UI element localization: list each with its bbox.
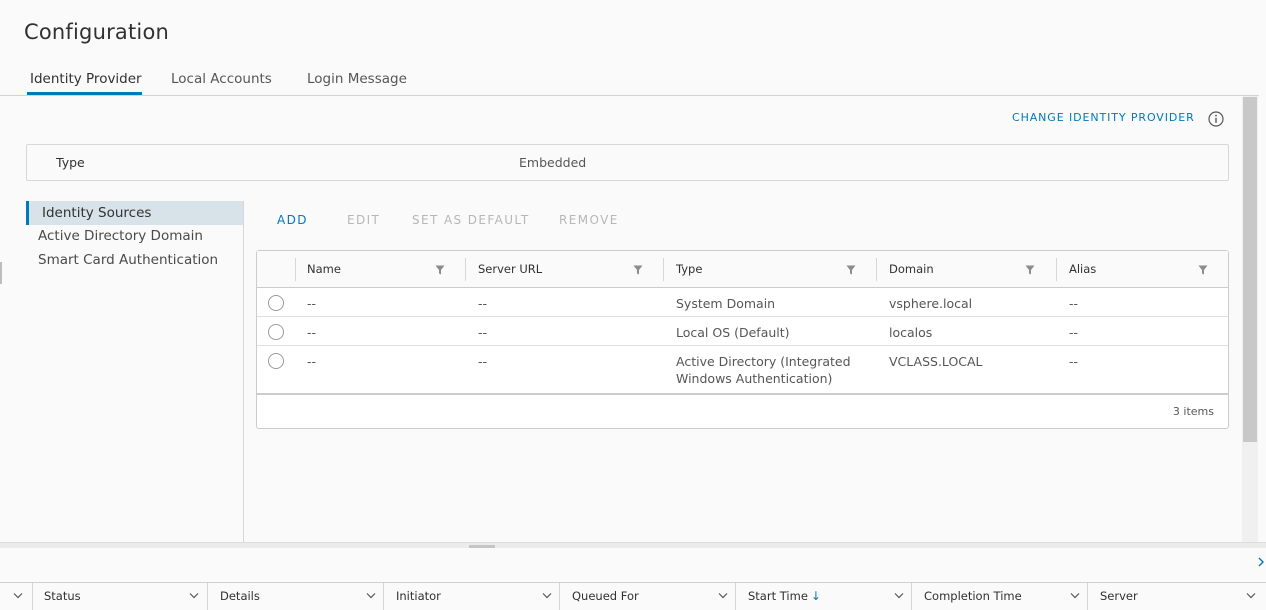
tab-bar: Identity Provider Local Accounts Login M… (0, 66, 1259, 96)
row-select-radio[interactable] (268, 353, 284, 369)
column-header-details[interactable]: Details (220, 589, 260, 603)
tab-local-accounts[interactable]: Local Accounts (171, 71, 272, 96)
column-divider[interactable] (207, 583, 208, 610)
cell-domain: vsphere.local (889, 296, 973, 311)
start-time-label: Start Time (748, 589, 808, 603)
recent-tasks-header: Status Details Initiator Queued For Star… (0, 582, 1266, 610)
chevron-down-icon[interactable] (1258, 556, 1266, 568)
chevron-down-icon[interactable] (894, 592, 904, 599)
filter-icon[interactable] (1198, 265, 1208, 275)
active-tab-indicator (27, 92, 142, 95)
column-divider[interactable] (32, 583, 33, 610)
column-header-queued-for[interactable]: Queued For (572, 589, 639, 603)
row-select-radio[interactable] (268, 295, 284, 311)
side-nav-smart-card-authentication[interactable]: Smart Card Authentication (26, 248, 243, 272)
chevron-down-icon[interactable] (1070, 592, 1080, 599)
grid-footer: 3 items (257, 393, 1228, 428)
add-button[interactable]: ADD (277, 213, 308, 227)
cell-name: -- (307, 325, 317, 340)
column-header-status[interactable]: Status (44, 589, 81, 603)
scrollbar-thumb[interactable] (1243, 97, 1257, 442)
table-row[interactable]: -- -- Active Directory (Integrated Windo… (257, 346, 1228, 392)
column-header-server[interactable]: Server (1100, 589, 1138, 603)
tab-login-message[interactable]: Login Message (307, 71, 407, 96)
set-as-default-button[interactable]: SET AS DEFAULT (412, 213, 530, 227)
column-header-initiator[interactable]: Initiator (396, 589, 441, 603)
column-divider[interactable] (295, 258, 296, 281)
column-divider[interactable] (383, 583, 384, 610)
info-circle-icon[interactable] (1208, 111, 1224, 127)
cell-alias: -- (1069, 325, 1079, 340)
column-header-completion-time[interactable]: Completion Time (924, 589, 1022, 603)
column-divider[interactable] (911, 583, 912, 610)
table-row[interactable]: -- -- System Domain vsphere.local -- (257, 288, 1228, 317)
cell-server-url: -- (478, 325, 488, 340)
column-header-start-time[interactable]: Start Time ↓ (748, 589, 821, 603)
column-divider[interactable] (735, 583, 736, 610)
side-nav-identity-sources[interactable]: Identity Sources (26, 201, 243, 225)
column-header-name[interactable]: Name (307, 262, 341, 276)
cell-type-continued: Windows Authentication) (676, 371, 833, 386)
filter-icon[interactable] (435, 265, 445, 275)
cell-type: System Domain (676, 296, 776, 311)
column-divider[interactable] (465, 258, 466, 281)
chevron-down-icon[interactable] (1246, 592, 1256, 599)
cell-alias: -- (1069, 354, 1079, 369)
chevron-down-icon[interactable] (13, 592, 23, 599)
column-divider[interactable] (876, 258, 877, 281)
remove-button[interactable]: REMOVE (559, 213, 619, 227)
splitter-grip[interactable] (469, 545, 495, 548)
identity-provider-type-row: Type Embedded (26, 144, 1229, 181)
configuration-page: Configuration Identity Provider Local Ac… (0, 0, 1266, 610)
identity-sources-grid: Name Server URL Type Domain Alias -- -- … (256, 250, 1229, 429)
type-label: Type (56, 155, 85, 170)
chevron-down-icon[interactable] (366, 592, 376, 599)
column-header-domain[interactable]: Domain (889, 262, 934, 276)
column-divider[interactable] (1087, 583, 1088, 610)
cell-alias: -- (1069, 296, 1079, 311)
cell-name: -- (307, 296, 317, 311)
cell-domain: localos (889, 325, 933, 340)
side-nav: Identity Sources Active Directory Domain… (26, 201, 244, 543)
grid-header: Name Server URL Type Domain Alias (257, 251, 1228, 288)
cell-name: -- (307, 354, 317, 369)
column-header-type[interactable]: Type (676, 262, 702, 276)
column-header-alias[interactable]: Alias (1069, 262, 1096, 276)
filter-icon[interactable] (1025, 265, 1035, 275)
column-divider[interactable] (1056, 258, 1057, 281)
filter-icon[interactable] (846, 265, 856, 275)
change-identity-provider-button[interactable]: CHANGE IDENTITY PROVIDER (1012, 111, 1195, 124)
cell-server-url: -- (478, 296, 488, 311)
cell-server-url: -- (478, 354, 488, 369)
panel-splitter[interactable] (0, 542, 1266, 548)
column-header-server-url[interactable]: Server URL (478, 262, 542, 276)
page-title: Configuration (24, 20, 170, 44)
type-value: Embedded (519, 155, 587, 170)
row-select-radio[interactable] (268, 324, 284, 340)
table-row[interactable]: -- -- Local OS (Default) localos -- (257, 317, 1228, 346)
left-edge-handle (0, 262, 2, 284)
chevron-down-icon[interactable] (718, 592, 728, 599)
chevron-down-icon[interactable] (189, 592, 199, 599)
edit-button[interactable]: EDIT (347, 213, 380, 227)
cell-type: Local OS (Default) (676, 325, 790, 340)
cell-type: Active Directory (Integrated (676, 354, 851, 369)
items-count: 3 items (1172, 405, 1214, 418)
side-nav-active-directory-domain[interactable]: Active Directory Domain (26, 224, 243, 248)
column-divider[interactable] (663, 258, 664, 281)
chevron-down-icon[interactable] (542, 592, 552, 599)
cell-domain: VCLASS.LOCAL (889, 354, 983, 369)
sort-descending-icon[interactable]: ↓ (811, 589, 821, 603)
filter-icon[interactable] (633, 265, 643, 275)
column-divider[interactable] (559, 583, 560, 610)
